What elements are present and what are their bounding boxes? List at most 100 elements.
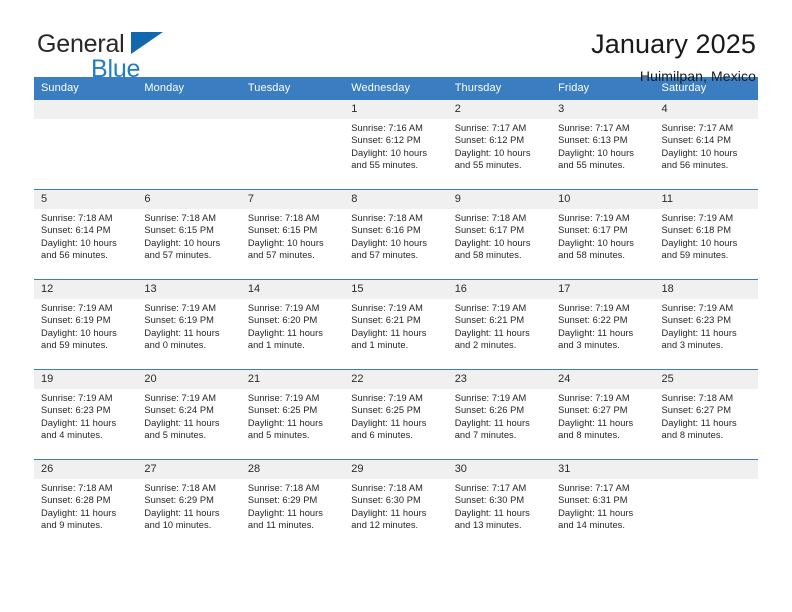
day-details: Sunrise: 7:18 AM Sunset: 6:29 PM Daylight:… <box>241 479 344 532</box>
calendar-day-cell[interactable]: 31 Sunrise: 7:17 AM Sunset: 6:31 PM Dayligh… <box>551 459 655 550</box>
day-number <box>240 100 345 119</box>
calendar-day-cell[interactable]: 28 Sunrise: 7:18 AM Sunset: 6:29 PM Dayligh… <box>240 459 345 550</box>
daylight-text: and 5 minutes. <box>247 430 310 441</box>
daylight-text: Daylight: 11 hours <box>454 417 530 428</box>
sunrise-text: Sunrise: 7:19 AM <box>558 303 630 313</box>
calendar-day-cell[interactable]: 26 Sunrise: 7:18 AM Sunset: 6:28 PM Dayligh… <box>34 459 138 550</box>
day-number: 24 <box>551 370 655 389</box>
day-number <box>654 460 758 479</box>
sunrise-text: Sunrise: 7:17 AM <box>454 483 527 493</box>
calendar-day-cell[interactable]: 21 Sunrise: 7:19 AM Sunset: 6:25 PM Dayligh… <box>240 369 345 460</box>
day-number: 22 <box>344 370 448 389</box>
calendar-cell-inner: 10 Sunrise: 7:19 AM Sunset: 6:17 PM Dayligh… <box>551 190 655 279</box>
calendar-week-row: 12 Sunrise: 7:19 AM Sunset: 6:19 PM Dayligh… <box>34 279 758 370</box>
sunset-text: Sunset: 6:19 PM <box>41 315 111 326</box>
calendar-cell-inner <box>240 100 345 189</box>
calendar-cell-inner: 1 Sunrise: 7:16 AM Sunset: 6:12 PM Daylight… <box>344 100 448 189</box>
calendar-day-cell[interactable]: 27 Sunrise: 7:18 AM Sunset: 6:29 PM Dayligh… <box>137 459 241 550</box>
sunrise-text: Sunrise: 7:17 AM <box>558 483 630 493</box>
sunrise-text: Sunrise: 7:17 AM <box>454 123 527 133</box>
brand-logo[interactable]: General Blue <box>34 28 214 84</box>
day-number: 6 <box>137 190 241 209</box>
daylight-text: and 7 minutes. <box>454 430 517 441</box>
calendar-day-cell[interactable]: 1 Sunrise: 7:16 AM Sunset: 6:12 PM Daylight… <box>344 99 448 190</box>
calendar-day-cell[interactable]: 10 Sunrise: 7:19 AM Sunset: 6:17 PM Dayligh… <box>551 189 655 280</box>
daylight-text: and 57 minutes. <box>247 250 315 261</box>
calendar-day-cell[interactable]: 11 Sunrise: 7:19 AM Sunset: 6:18 PM Dayligh… <box>654 189 758 280</box>
weekday-header-tuesday: Tuesday <box>240 77 345 100</box>
brand-name-blue: Blue <box>91 55 141 83</box>
calendar-cell-empty <box>654 459 758 550</box>
day-number: 15 <box>344 280 448 299</box>
day-details: Sunrise: 7:19 AM Sunset: 6:25 PM Daylight:… <box>241 389 344 442</box>
day-number: 30 <box>447 460 552 479</box>
day-details: Sunrise: 7:19 AM Sunset: 6:25 PM Daylight:… <box>344 389 447 442</box>
calendar-day-cell[interactable]: 12 Sunrise: 7:19 AM Sunset: 6:19 PM Dayligh… <box>34 279 138 370</box>
daylight-text: and 58 minutes. <box>558 250 626 261</box>
sunrise-text: Sunrise: 7:19 AM <box>41 393 113 403</box>
calendar-day-cell[interactable]: 29 Sunrise: 7:18 AM Sunset: 6:30 PM Dayligh… <box>344 459 448 550</box>
day-number: 23 <box>447 370 552 389</box>
daylight-text: Daylight: 11 hours <box>454 507 530 518</box>
day-number: 7 <box>240 190 345 209</box>
calendar-day-cell[interactable]: 24 Sunrise: 7:19 AM Sunset: 6:27 PM Dayligh… <box>551 369 655 460</box>
daylight-text: and 58 minutes. <box>454 250 522 261</box>
sunset-text: Sunset: 6:12 PM <box>351 135 421 146</box>
calendar-day-cell[interactable]: 20 Sunrise: 7:19 AM Sunset: 6:24 PM Dayligh… <box>137 369 241 460</box>
calendar-cell-inner: 13 Sunrise: 7:19 AM Sunset: 6:19 PM Dayligh… <box>137 280 241 369</box>
calendar-day-cell[interactable]: 13 Sunrise: 7:19 AM Sunset: 6:19 PM Dayligh… <box>137 279 241 370</box>
sunrise-text: Sunrise: 7:18 AM <box>661 393 734 403</box>
calendar-cell-inner <box>34 100 138 189</box>
day-number <box>34 100 138 119</box>
calendar-cell-inner: 5 Sunrise: 7:18 AM Sunset: 6:14 PM Daylight… <box>34 190 138 279</box>
calendar-day-cell[interactable]: 22 Sunrise: 7:19 AM Sunset: 6:25 PM Dayligh… <box>344 369 448 460</box>
calendar-cell-inner: 20 Sunrise: 7:19 AM Sunset: 6:24 PM Dayligh… <box>137 370 241 459</box>
daylight-text: Daylight: 11 hours <box>247 507 323 518</box>
calendar-day-cell[interactable]: 9 Sunrise: 7:18 AM Sunset: 6:17 PM Daylight… <box>447 189 552 280</box>
calendar-day-cell[interactable]: 23 Sunrise: 7:19 AM Sunset: 6:26 PM Dayligh… <box>447 369 552 460</box>
calendar-day-cell[interactable]: 6 Sunrise: 7:18 AM Sunset: 6:15 PM Daylight… <box>137 189 241 280</box>
calendar-cell-inner: 16 Sunrise: 7:19 AM Sunset: 6:21 PM Dayligh… <box>447 280 552 369</box>
sunrise-text: Sunrise: 7:18 AM <box>41 483 113 493</box>
calendar-day-cell[interactable]: 15 Sunrise: 7:19 AM Sunset: 6:21 PM Dayligh… <box>344 279 448 370</box>
day-details: Sunrise: 7:19 AM Sunset: 6:18 PM Daylight:… <box>655 209 758 262</box>
calendar-day-cell[interactable]: 3 Sunrise: 7:17 AM Sunset: 6:13 PM Daylight… <box>551 99 655 190</box>
day-number: 16 <box>447 280 552 299</box>
daylight-text: Daylight: 11 hours <box>661 327 737 338</box>
sunset-text: Sunset: 6:19 PM <box>144 315 214 326</box>
day-details: Sunrise: 7:18 AM Sunset: 6:30 PM Daylight:… <box>344 479 447 532</box>
calendar-cell-inner: 19 Sunrise: 7:19 AM Sunset: 6:23 PM Dayligh… <box>34 370 138 459</box>
daylight-text: Daylight: 10 hours <box>661 237 738 248</box>
calendar-day-cell[interactable]: 8 Sunrise: 7:18 AM Sunset: 6:16 PM Daylight… <box>344 189 448 280</box>
page-header: General Blue January 2025 Huimilpan, Mex… <box>34 0 758 84</box>
calendar-day-cell[interactable]: 25 Sunrise: 7:18 AM Sunset: 6:27 PM Dayligh… <box>654 369 758 460</box>
daylight-text: Daylight: 10 hours <box>247 237 324 248</box>
sunrise-text: Sunrise: 7:18 AM <box>454 213 527 223</box>
day-number: 11 <box>654 190 758 209</box>
sunrise-text: Sunrise: 7:16 AM <box>351 123 423 133</box>
calendar-day-cell[interactable]: 19 Sunrise: 7:19 AM Sunset: 6:23 PM Dayligh… <box>34 369 138 460</box>
calendar-cell-inner: 17 Sunrise: 7:19 AM Sunset: 6:22 PM Dayligh… <box>551 280 655 369</box>
calendar-day-cell[interactable]: 7 Sunrise: 7:18 AM Sunset: 6:15 PM Daylight… <box>240 189 345 280</box>
calendar-day-cell[interactable]: 5 Sunrise: 7:18 AM Sunset: 6:14 PM Daylight… <box>34 189 138 280</box>
daylight-text: Daylight: 10 hours <box>41 237 117 248</box>
sunset-text: Sunset: 6:21 PM <box>351 315 421 326</box>
day-details: Sunrise: 7:17 AM Sunset: 6:12 PM Daylight:… <box>448 119 551 172</box>
sunset-text: Sunset: 6:12 PM <box>454 135 525 146</box>
calendar-day-cell[interactable]: 4 Sunrise: 7:17 AM Sunset: 6:14 PM Daylight… <box>654 99 758 190</box>
calendar-day-cell[interactable]: 2 Sunrise: 7:17 AM Sunset: 6:12 PM Daylight… <box>447 99 552 190</box>
daylight-text: Daylight: 11 hours <box>41 507 117 518</box>
daylight-text: and 59 minutes. <box>661 250 729 261</box>
calendar-day-cell[interactable]: 30 Sunrise: 7:17 AM Sunset: 6:30 PM Dayligh… <box>447 459 552 550</box>
day-details: Sunrise: 7:18 AM Sunset: 6:27 PM Daylight:… <box>655 389 758 442</box>
day-number: 28 <box>240 460 345 479</box>
calendar-day-cell[interactable]: 17 Sunrise: 7:19 AM Sunset: 6:22 PM Dayligh… <box>551 279 655 370</box>
daylight-text: Daylight: 11 hours <box>144 507 220 518</box>
calendar-day-cell[interactable]: 18 Sunrise: 7:19 AM Sunset: 6:23 PM Dayligh… <box>654 279 758 370</box>
sunset-text: Sunset: 6:15 PM <box>144 225 214 236</box>
day-details: Sunrise: 7:17 AM Sunset: 6:13 PM Daylight:… <box>551 119 654 172</box>
day-number: 20 <box>137 370 241 389</box>
calendar-day-cell[interactable]: 14 Sunrise: 7:19 AM Sunset: 6:20 PM Dayligh… <box>240 279 345 370</box>
calendar-day-cell[interactable]: 16 Sunrise: 7:19 AM Sunset: 6:21 PM Dayligh… <box>447 279 552 370</box>
daylight-text: Daylight: 10 hours <box>351 237 428 248</box>
